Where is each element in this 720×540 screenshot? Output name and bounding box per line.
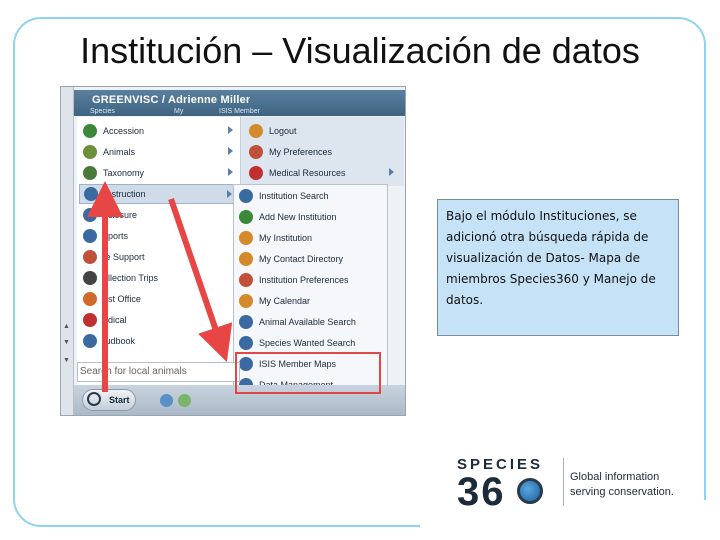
slide-title: Institución – Visualización de datos (80, 30, 640, 71)
logo-divider (563, 458, 564, 506)
note-box: Bajo el módulo Instituciones, se adicion… (437, 199, 679, 336)
globe-icon (517, 478, 543, 504)
highlight-box (235, 352, 381, 394)
logo-number: 36 (457, 470, 506, 514)
logo-tagline: serving conservation. (570, 486, 674, 498)
arrow-down (168, 198, 233, 363)
logo-tagline: Global information (570, 471, 660, 483)
